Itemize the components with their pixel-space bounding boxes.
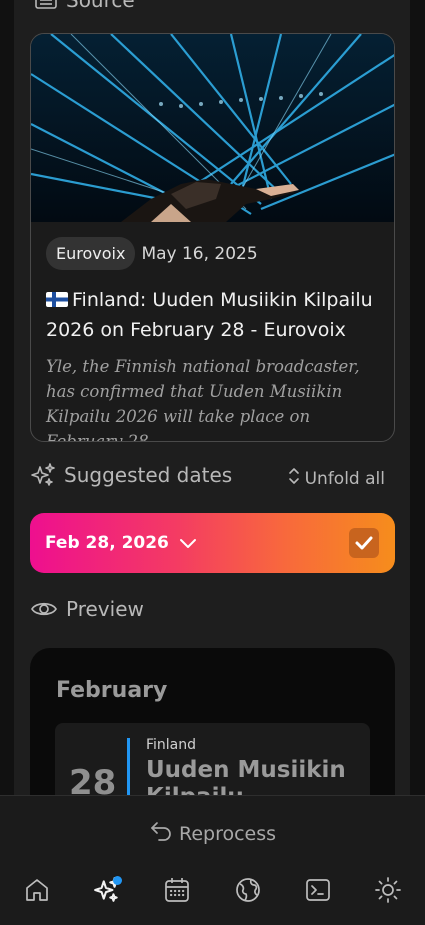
bottom-bar: Reprocess bbox=[0, 795, 425, 925]
sun-icon[interactable] bbox=[368, 873, 408, 907]
finland-flag bbox=[46, 292, 68, 307]
bottom-nav bbox=[0, 873, 425, 907]
event-day: 28 bbox=[69, 763, 117, 795]
preview-header: Preview bbox=[30, 597, 144, 621]
checkmark-icon bbox=[355, 536, 373, 550]
unfold-all-label: Unfold all bbox=[304, 468, 385, 489]
publish-date: May 16, 2025 bbox=[141, 243, 258, 264]
event-country: Finland bbox=[146, 737, 197, 753]
preview-month: February bbox=[56, 678, 168, 703]
chevrons-up-down-icon bbox=[287, 466, 301, 491]
globe-icon[interactable] bbox=[228, 873, 268, 907]
suggested-dates-header: Suggested dates bbox=[30, 462, 232, 488]
source-heading: Source bbox=[66, 0, 135, 12]
terminal-icon[interactable] bbox=[298, 873, 338, 907]
reprocess-label: Reprocess bbox=[178, 822, 277, 845]
article-title[interactable]: Finland: Uuden Musiikin Kilpailu 2026 on… bbox=[46, 285, 381, 345]
content-panel: Source Eurovoix May 16, 2025 Finland: Uu… bbox=[14, 0, 410, 795]
reprocess-button[interactable]: Reprocess bbox=[0, 820, 425, 847]
newspaper-icon bbox=[34, 0, 58, 11]
unfold-all-button[interactable]: Unfold all bbox=[287, 466, 385, 491]
source-header: Source bbox=[34, 0, 135, 12]
event-title: Uuden Musiikin Kilpailu bbox=[146, 757, 346, 795]
sparkles-icon[interactable] bbox=[87, 873, 127, 907]
calendar-icon[interactable] bbox=[157, 873, 197, 907]
suggested-date-label: Feb 28, 2026 bbox=[45, 533, 169, 553]
source-card[interactable]: Eurovoix May 16, 2025 Finland: Uuden Mus… bbox=[30, 33, 395, 442]
chevron-down-icon[interactable] bbox=[179, 534, 197, 553]
article-title-text: Finland: Uuden Musiikin Kilpailu 2026 on… bbox=[46, 289, 373, 341]
preview-card: February 28 Finland Uuden Musiikin Kilpa… bbox=[30, 648, 395, 795]
suggested-dates-heading: Suggested dates bbox=[64, 463, 233, 487]
undo-arrow-icon bbox=[149, 820, 173, 847]
home-icon[interactable] bbox=[17, 873, 57, 907]
eye-icon bbox=[30, 599, 58, 619]
preview-event[interactable]: 28 Finland Uuden Musiikin Kilpailu bbox=[55, 723, 370, 795]
sparkles-icon bbox=[30, 462, 56, 488]
event-accent-bar bbox=[127, 738, 130, 795]
publisher-badge: Eurovoix bbox=[46, 237, 136, 270]
card-meta: Eurovoix May 16, 2025 bbox=[46, 237, 258, 270]
preview-heading: Preview bbox=[66, 597, 144, 621]
date-checkbox[interactable] bbox=[349, 528, 379, 558]
article-description: Yle, the Finnish national broadcaster, h… bbox=[46, 357, 360, 442]
suggested-date-item[interactable]: Feb 28, 2026 bbox=[30, 513, 395, 573]
article-image bbox=[31, 34, 394, 222]
